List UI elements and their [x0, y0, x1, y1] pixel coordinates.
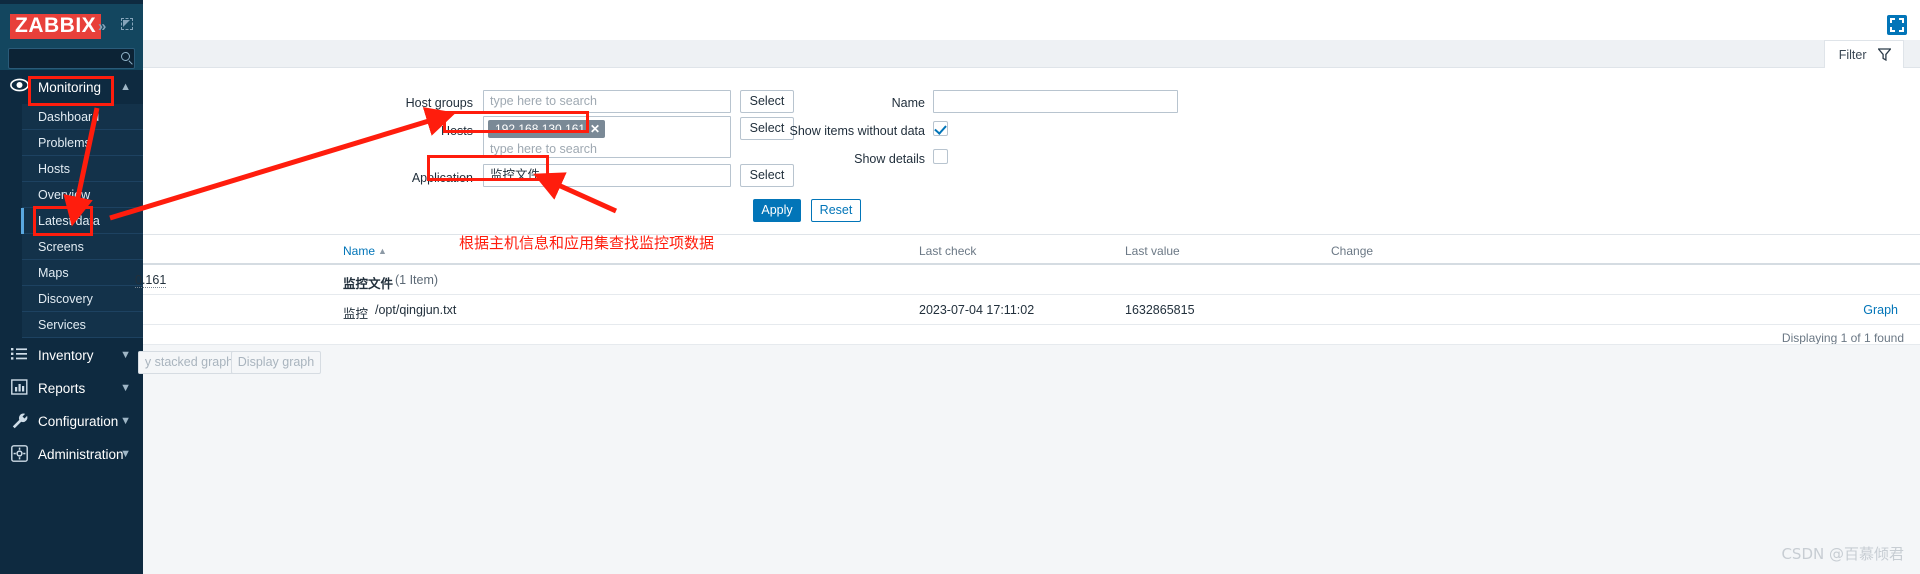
sidebar-subitem-discovery[interactable]: Discovery — [22, 286, 143, 312]
show-items-without-data-checkbox[interactable] — [933, 121, 948, 136]
apply-button[interactable]: Apply — [753, 199, 801, 222]
bottom-button-row: y stacked graph Display graph — [138, 344, 1920, 384]
zabbix-latest-data-page: ZABBIX » Monitoring ▲ Dashboard Problems… — [0, 0, 1920, 574]
hosts-selected-chip-label: 192.168.130.161 — [495, 122, 586, 136]
application-label: Application — [411, 171, 473, 185]
table-row[interactable]: 0.161 监控文件 (1 Item) — [135, 265, 1920, 295]
fullscreen-expand-icon[interactable] — [1887, 15, 1907, 35]
column-header-name-label: Name — [343, 244, 376, 258]
host-groups-placeholder: type here to search — [490, 94, 598, 108]
sidebar-item-configuration-label: Configuration — [38, 414, 119, 429]
chevron-down-icon-configuration: ▼ — [120, 415, 131, 427]
display-graph-button[interactable]: Display graph — [231, 351, 321, 374]
page-bottom-filler — [143, 384, 1920, 574]
show-details-checkbox[interactable] — [933, 149, 948, 164]
column-header-name[interactable]: Name ▲ — [343, 244, 387, 258]
chevron-down-icon-reports: ▼ — [120, 382, 131, 394]
results-count-label: Displaying 1 of 1 found — [1781, 331, 1904, 345]
row-last-check-1: 2023-07-04 17:11:02 — [919, 303, 1035, 317]
latest-data-table: Name ▲ Last check Last value Change 0.161… — [135, 236, 1920, 351]
sidebar-subitem-discovery-label: Discovery — [38, 292, 93, 306]
list-icon — [10, 346, 29, 365]
watermark: CSDN @百慕倾君 — [1781, 545, 1904, 563]
hosts-search-input-placeholder[interactable]: type here to search — [490, 142, 597, 156]
display-stacked-graph-button[interactable]: y stacked graph — [138, 351, 240, 374]
show-details-label: Show details — [854, 152, 925, 166]
chevron-up-icon: ▲ — [120, 81, 131, 93]
sidebar-subitem-latest-data-label: Latest data — [38, 214, 100, 228]
column-header-last-value: Last value — [1125, 244, 1180, 258]
sidebar-item-inventory-label: Inventory — [38, 348, 94, 363]
show-items-without-data-label: Show items without data — [789, 124, 926, 138]
sidebar-subitem-overview[interactable]: Overview — [22, 182, 143, 208]
application-input[interactable]: 监控文件 — [483, 164, 731, 187]
sidebar-subitem-maps[interactable]: Maps — [22, 260, 143, 286]
sidebar-item-inventory[interactable]: Inventory ▼ — [0, 340, 143, 372]
filter-tab[interactable]: Filter — [1823, 40, 1904, 69]
sidebar-item-administration[interactable]: Administration ▼ — [0, 439, 143, 471]
column-header-last-check: Last check — [919, 244, 977, 258]
sidebar: ZABBIX » Monitoring ▲ Dashboard Problems… — [0, 0, 143, 574]
sidebar-subitem-hosts[interactable]: Hosts — [22, 156, 143, 182]
filter-panel: Host groups type here to search Select H… — [143, 68, 1920, 235]
main-content: Filter Host groups type here to search S… — [135, 6, 1920, 574]
sidebar-subitem-problems-label: Problems — [38, 136, 91, 150]
sidebar-search-input[interactable] — [8, 48, 135, 69]
chevron-down-icon-inventory: ▼ — [120, 349, 131, 361]
search-icon — [121, 52, 130, 61]
row-host-0[interactable]: 0.161 — [135, 273, 167, 288]
sidebar-item-reports[interactable]: Reports ▼ — [0, 373, 143, 405]
compact-view-icon[interactable] — [121, 18, 133, 30]
reset-button[interactable]: Reset — [811, 199, 861, 222]
collapse-sidebar-icon[interactable]: » — [98, 19, 106, 34]
sort-asc-icon: ▲ — [378, 246, 387, 256]
filter-tab-label: Filter — [1838, 48, 1867, 62]
sidebar-subitem-maps-label: Maps — [38, 266, 69, 280]
hosts-chip-remove-icon[interactable]: ✕ — [590, 120, 600, 138]
chevron-down-icon-administration: ▼ — [120, 448, 131, 460]
row-name-bold-1: 监控 — [343, 307, 369, 321]
sidebar-subitem-dashboard[interactable]: Dashboard — [22, 104, 143, 130]
row-name-bold-0: 监控文件 — [343, 277, 394, 291]
sidebar-subitem-services-label: Services — [38, 318, 86, 332]
sidebar-item-configuration[interactable]: Configuration ▼ — [0, 406, 143, 438]
sidebar-subitem-dashboard-label: Dashboard — [38, 110, 100, 124]
filter-tab-bar: Filter — [143, 40, 1920, 69]
sidebar-subitem-hosts-label: Hosts — [38, 162, 70, 176]
name-filter-input[interactable] — [933, 90, 1178, 113]
host-groups-input[interactable]: type here to search — [483, 90, 731, 113]
application-select-button[interactable]: Select — [740, 164, 794, 187]
table-header-row: Name ▲ Last check Last value Change — [143, 236, 1920, 265]
row-name-suffix-0: (1 Item) — [395, 273, 439, 287]
row-name-suffix-1: /opt/qingjun.txt — [375, 303, 457, 317]
zabbix-logo[interactable]: ZABBIX — [10, 14, 102, 39]
row-last-value-1: 1632865815 — [1125, 303, 1195, 317]
hosts-label: Hosts — [441, 124, 473, 138]
hosts-multiselect[interactable]: 192.168.130.161 ✕ type here to search — [483, 116, 731, 158]
sidebar-item-monitoring[interactable]: Monitoring ▲ — [0, 72, 143, 104]
sidebar-subitem-services[interactable]: Services — [22, 312, 143, 338]
sidebar-subitem-problems[interactable]: Problems — [22, 130, 143, 156]
sidebar-item-monitoring-label: Monitoring — [38, 80, 102, 95]
sidebar-subitem-screens-label: Screens — [38, 240, 84, 254]
hosts-selected-chip[interactable]: 192.168.130.161 ✕ — [488, 120, 606, 138]
page-topbar — [143, 6, 1920, 40]
sidebar-item-administration-label: Administration — [38, 447, 124, 462]
annotation-note-text: 根据主机信息和应用集查找监控项数据 — [459, 234, 715, 252]
sidebar-header: ZABBIX » — [0, 4, 143, 70]
sidebar-subitem-latest-data[interactable]: Latest data — [21, 208, 143, 234]
bar-chart-icon — [10, 379, 29, 398]
sidebar-subitem-screens[interactable]: Screens — [22, 234, 143, 260]
name-filter-label: Name — [891, 96, 925, 110]
sidebar-item-reports-label: Reports — [38, 381, 86, 396]
gear-icon — [10, 445, 29, 464]
sidebar-subitem-overview-label: Overview — [38, 188, 91, 202]
wrench-icon — [10, 412, 29, 431]
host-groups-label: Host groups — [405, 96, 473, 110]
eye-icon — [10, 78, 29, 97]
column-header-change: Change — [1331, 244, 1374, 258]
table-row[interactable]: 监控 /opt/qingjun.txt 2023-07-04 17:11:02 … — [143, 295, 1920, 325]
row-graph-link-1[interactable]: Graph — [1863, 303, 1898, 317]
